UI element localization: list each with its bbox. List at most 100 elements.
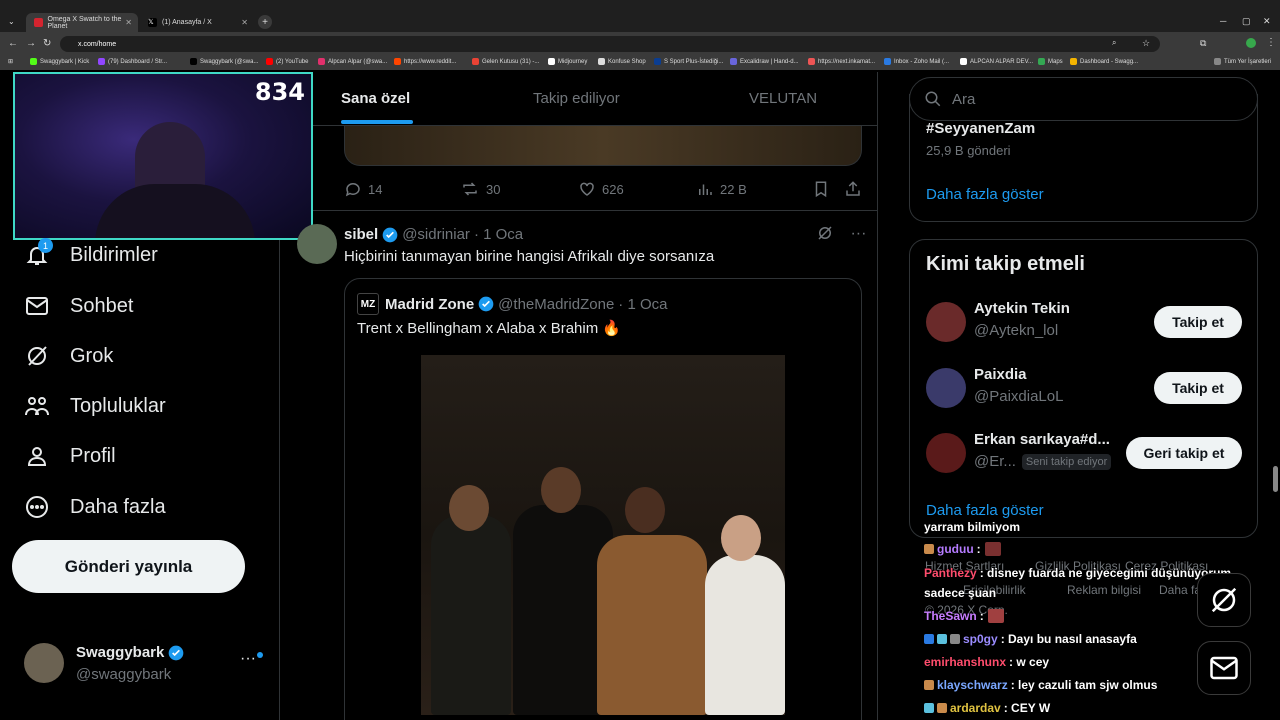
messages-floating-button[interactable]: [1197, 641, 1251, 695]
bookmark-item[interactable]: Alpcan Alpar (@swa...: [318, 58, 387, 65]
bookmark-item[interactable]: Swaggybark | Kick: [30, 58, 89, 65]
previous-post-media[interactable]: [344, 126, 862, 166]
maximize-icon[interactable]: ▢: [1242, 16, 1251, 27]
close-tab-icon[interactable]: ✕: [241, 18, 248, 27]
footer-link[interactable]: Reklam bilgisi: [1067, 583, 1141, 597]
search-input[interactable]: Ara: [909, 77, 1258, 121]
avatar[interactable]: [297, 224, 337, 264]
suggestion-handle-row: @Er... Seni takip ediyor: [974, 453, 1112, 470]
all-bookmarks-item[interactable]: Tüm Yer İşaretleri: [1214, 58, 1271, 65]
grok-floating-button[interactable]: [1197, 573, 1251, 627]
reply-button[interactable]: 14: [344, 180, 382, 198]
views-button[interactable]: 22 B: [696, 180, 747, 198]
tab-velutan[interactable]: VELUTAN: [749, 90, 817, 107]
bookmark-item[interactable]: Excalidraw | Hand-d...: [730, 58, 799, 65]
trend-title[interactable]: #SeyyanenZam: [926, 120, 1035, 137]
tab-for-you[interactable]: Sana özel: [341, 90, 410, 107]
grok-icon: [24, 343, 50, 369]
main-feed: Sana özel Takip ediliyor VELUTAN 14 30 6…: [280, 72, 878, 720]
back-icon[interactable]: ←: [8, 38, 18, 49]
tab-search-icon[interactable]: ⌄: [8, 17, 15, 26]
chat-username: Panthezy: [924, 566, 977, 580]
extensions-icon[interactable]: ⧉: [1200, 38, 1206, 49]
chat-text: :: [979, 609, 984, 623]
chat-badge-icon: [924, 544, 934, 554]
tweet-time[interactable]: · 1 Oca: [474, 226, 523, 243]
zoom-icon[interactable]: ⌕: [1112, 38, 1116, 48]
bookmark-item[interactable]: https://next.inkamat...: [808, 58, 875, 65]
tab-omega-swatch[interactable]: Omega X Swatch to the Planet ✕: [26, 13, 138, 32]
nav-profile[interactable]: Profil: [24, 443, 116, 469]
nav-grok[interactable]: Grok: [24, 343, 113, 369]
chat-username: klayschwarz: [937, 678, 1008, 692]
post-button[interactable]: Gönderi yayınla: [12, 540, 245, 593]
unread-dot: [257, 652, 263, 658]
nav-communities[interactable]: Topluluklar: [24, 393, 166, 419]
bookmark-item[interactable]: Swaggybark (@swa...: [190, 58, 258, 65]
bookmark-item[interactable]: (2) YouTube: [266, 58, 308, 65]
tab-following[interactable]: Takip ediliyor: [533, 90, 620, 107]
account-name: Swaggybark: [76, 644, 165, 661]
chat-username: guduu: [937, 542, 974, 556]
follow-back-button[interactable]: Geri takip et: [1126, 437, 1242, 469]
minimize-icon[interactable]: ─: [1220, 16, 1226, 26]
chat-emote-icon: [984, 542, 1001, 556]
suggestion-name: Paixdia: [974, 366, 1027, 383]
reload-icon[interactable]: ↻: [43, 38, 51, 49]
repost-button[interactable]: 30: [460, 180, 500, 198]
browser-menu-icon[interactable]: ⋮: [1266, 37, 1276, 48]
verified-badge-icon: [382, 227, 398, 242]
bookmark-item[interactable]: Inbox - Zoho Mail (...: [884, 58, 949, 65]
new-tab-button[interactable]: +: [258, 15, 272, 29]
follow-suggestion[interactable]: Erkan sarıkaya#d... @Er... Seni takip ed…: [926, 429, 1246, 477]
follow-button[interactable]: Takip et: [1154, 306, 1242, 338]
bookmark-item[interactable]: S Sport Plus-İstediği...: [654, 58, 723, 65]
page-scrollbar[interactable]: [1273, 466, 1278, 492]
bookmark-item[interactable]: (79) Dashboard / Str...: [98, 58, 167, 65]
forward-icon[interactable]: →: [26, 38, 36, 49]
url-bar[interactable]: x.com/home: [60, 36, 1160, 52]
like-button[interactable]: 626: [578, 180, 624, 198]
quote-photo[interactable]: [421, 355, 785, 715]
trends-show-more[interactable]: Daha fazla göster: [926, 186, 1044, 203]
nav-more[interactable]: Daha fazla: [24, 494, 166, 520]
who-to-follow-show-more[interactable]: Daha fazla göster: [926, 502, 1044, 519]
photo-person-head: [541, 467, 581, 513]
author-handle[interactable]: @sidriniar: [402, 226, 470, 243]
chat-message: sadece şuan: [924, 586, 996, 600]
repost-icon: [463, 182, 477, 196]
bookmark-item[interactable]: Dashboard - Swagg...: [1070, 58, 1138, 65]
tab-x-home[interactable]: 𝕏 (1) Anasayfa / X ✕: [140, 13, 254, 32]
follows-you-badge: Seni takip ediyor: [1021, 453, 1112, 470]
close-tab-icon[interactable]: ✕: [125, 18, 132, 27]
follow-suggestion[interactable]: Aytekin Tekin @Aytekn_lol Takip et: [926, 298, 1246, 346]
bookmark-item[interactable]: ALPCAN ALPAR DEV...: [960, 58, 1033, 65]
footer-link[interactable]: Daha fa: [1159, 583, 1201, 597]
follow-suggestion[interactable]: Paixdia @PaixdiaLoL Takip et: [926, 364, 1246, 412]
chat-username: emirhanshunx: [924, 655, 1007, 669]
profile-avatar-icon[interactable]: [1246, 38, 1256, 48]
bookmark-item[interactable]: Maps: [1038, 58, 1063, 65]
follow-button[interactable]: Takip et: [1154, 372, 1242, 404]
views-icon: [699, 184, 712, 195]
x-favicon-icon: 𝕏: [148, 18, 157, 27]
bookmark-item[interactable]: Konfuse Shop: [598, 58, 646, 65]
bookmark-star-icon[interactable]: ☆: [1142, 38, 1150, 49]
nav-chat[interactable]: Sohbet: [24, 293, 133, 319]
tweet-more-icon[interactable]: ···: [850, 225, 866, 242]
chat-badge-icon: [950, 634, 960, 644]
bookmark-item[interactable]: https://www.reddit...: [394, 58, 456, 65]
account-switcher[interactable]: Swaggybark @swaggybark ···: [24, 640, 264, 690]
quoted-tweet[interactable]: MZ Madrid Zone @theMadridZone · 1 Oca Tr…: [344, 278, 862, 720]
apps-icon[interactable]: ⊞: [8, 58, 13, 65]
quote-avatar: MZ: [357, 293, 379, 315]
bookmark-icon: [815, 181, 827, 198]
bookmark-item[interactable]: Gelen Kutusu (31) -...: [472, 58, 539, 65]
grok-analyze-icon[interactable]: [816, 226, 834, 246]
close-window-icon[interactable]: ✕: [1263, 16, 1271, 27]
account-more-icon[interactable]: ···: [240, 650, 256, 668]
author-name[interactable]: sibel: [344, 226, 378, 243]
share-button[interactable]: [844, 180, 868, 198]
bookmark-button[interactable]: [812, 180, 836, 198]
bookmark-item[interactable]: Midjourney: [548, 58, 587, 65]
